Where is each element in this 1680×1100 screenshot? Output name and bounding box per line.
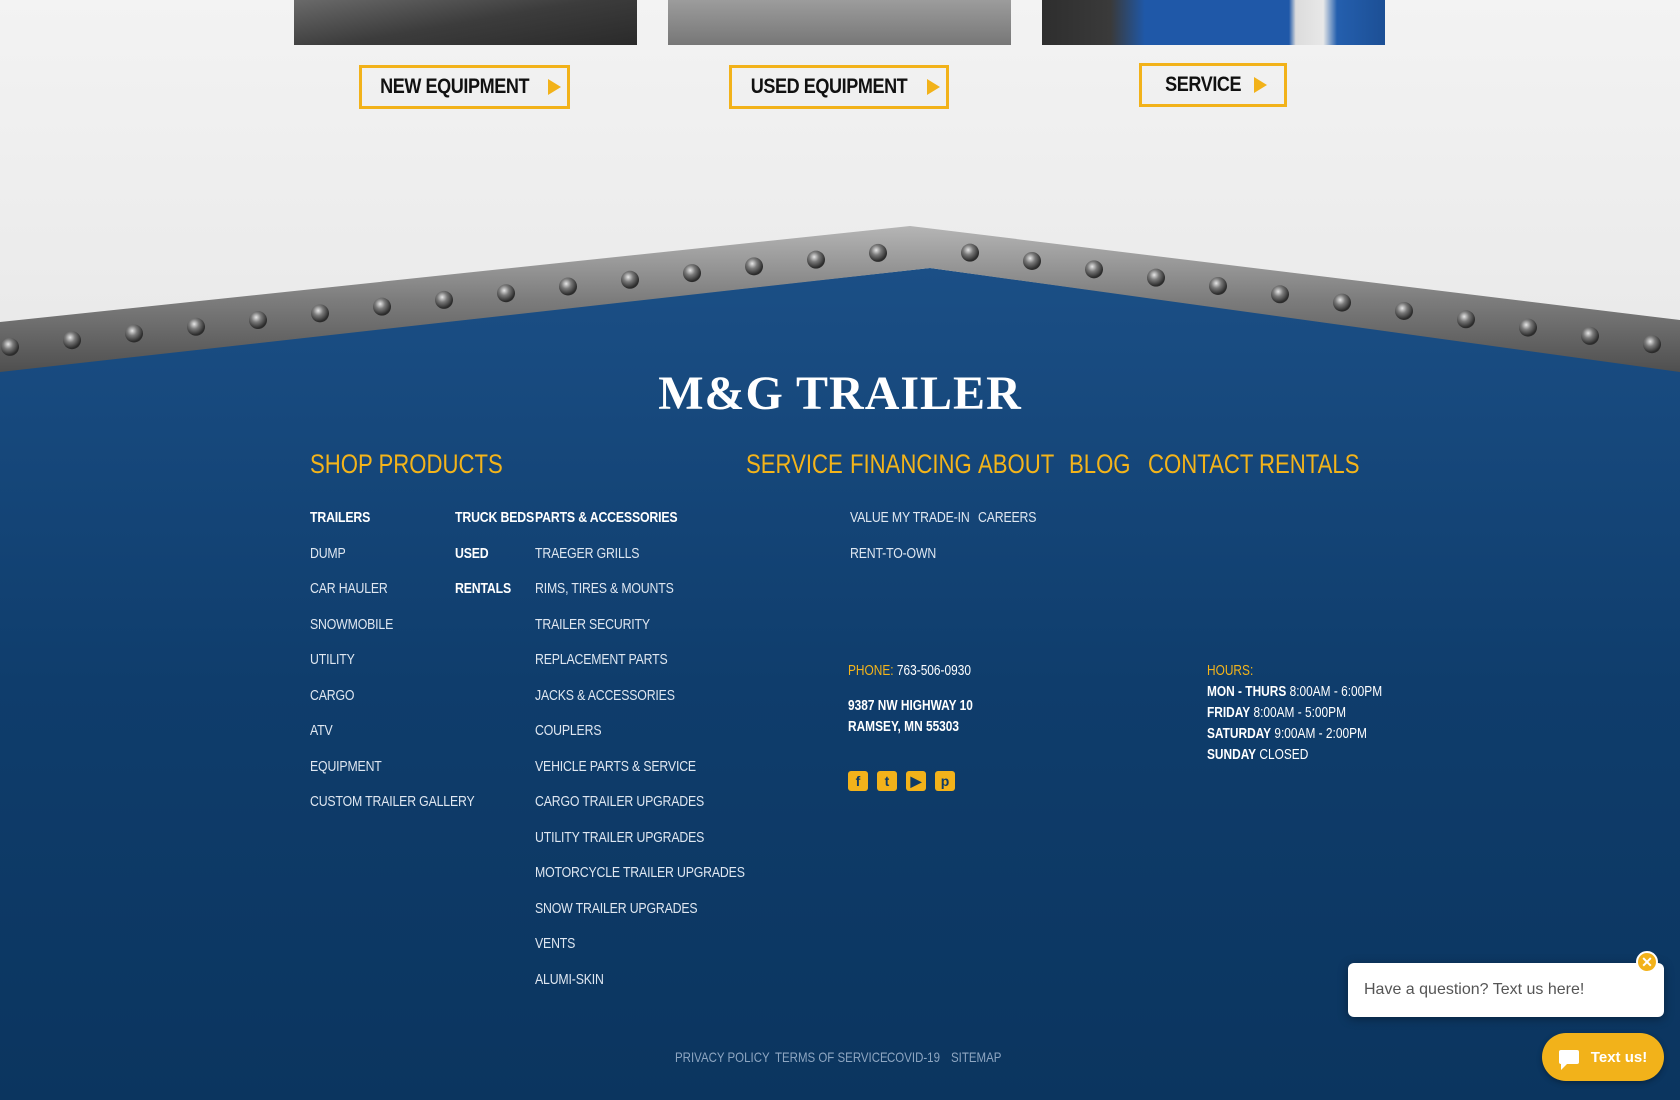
rivet [125,324,143,343]
trailer-link-car-hauler[interactable]: CAR HAULER [310,580,405,597]
rivet [1581,326,1599,345]
rivet [1085,260,1103,279]
rivet [1147,268,1165,287]
nav-service[interactable]: SERVICE [746,449,864,480]
hours-day: SUNDAY [1207,747,1257,763]
used-link[interactable]: USED [455,545,496,562]
parts-link-utility-upgrades[interactable]: UTILITY TRAILER UPGRADES [535,829,741,846]
covid-link[interactable]: COVID-19 [887,1049,952,1065]
text-us-label: Text us! [1590,1048,1648,1066]
parts-link-motorcycle-upgrades[interactable]: MOTORCYCLE TRAILER UPGRADES [535,864,791,881]
trailer-link-dump[interactable]: DUMP [310,545,353,562]
parts-accessories-link[interactable]: PARTS & ACCESSORIES [535,509,709,526]
hours-info: HOURS: MON - THURS 8:00AM - 6:00PM FRIDA… [1207,661,1421,766]
rivet [497,284,515,303]
parts-link-security[interactable]: TRAILER SECURITY [535,616,675,633]
footer-background [0,226,1680,1100]
rivet [1271,285,1289,304]
trailers-link[interactable]: TRAILERS [310,509,383,526]
brand-logo-text: M&G TRAILER [658,367,1022,420]
rivet [961,243,979,262]
rivet [1333,293,1351,312]
privacy-policy-link[interactable]: PRIVACY POLICY [675,1049,790,1065]
nav-financing[interactable]: FINANCING [850,449,999,480]
rivet [1643,335,1661,354]
hours-time: CLOSED [1259,747,1309,763]
phone-link[interactable]: 763-506-0930 [897,663,971,679]
trailer-link-atv[interactable]: ATV [310,722,337,739]
rivet [311,304,329,323]
text-us-button[interactable]: Text us! [1542,1033,1664,1081]
parts-link-replacement[interactable]: REPLACEMENT PARTS [535,651,697,668]
rivet [1209,276,1227,295]
hours-day: FRIDAY [1207,705,1251,721]
twitter-icon[interactable]: t [877,771,897,791]
nav-contact[interactable]: CONTACT [1148,449,1277,480]
parts-link-snow-upgrades[interactable]: SNOW TRAILER UPGRADES [535,900,733,917]
financing-link-rent-to-own[interactable]: RENT-TO-OWN [850,545,955,562]
parts-link-rims[interactable]: RIMS, TIRES & MOUNTS [535,580,704,597]
rivet [1457,310,1475,329]
parts-link-alumi-skin[interactable]: ALUMI-SKIN [535,971,619,988]
nav-about[interactable]: ABOUT [978,449,1071,480]
rivet [1023,251,1041,270]
chat-bubble-icon [1558,1050,1579,1070]
close-icon[interactable]: ✕ [1636,951,1658,973]
hours-day: SATURDAY [1207,726,1272,742]
hours-time: 8:00AM - 5:00PM [1253,705,1346,721]
nav-blog[interactable]: BLOG [1069,449,1144,480]
trailer-link-utility[interactable]: UTILITY [310,651,364,668]
nav-rentals[interactable]: RENTALS [1259,449,1382,480]
youtube-icon[interactable]: ▶ [906,771,926,791]
rivet [745,257,763,276]
brand-logo[interactable]: M&G TRAILER [0,366,1680,421]
trailer-link-custom-gallery[interactable]: CUSTOM TRAILER GALLERY [310,793,511,810]
trailer-link-snowmobile[interactable]: SNOWMOBILE [310,616,411,633]
pinterest-icon[interactable]: p [935,771,955,791]
rivet [559,277,577,296]
parts-link-couplers[interactable]: COUPLERS [535,722,616,739]
financing-link-trade-in[interactable]: VALUE MY TRADE-IN [850,509,996,526]
rivet [187,317,205,336]
hours-label: HOURS: [1207,663,1254,679]
rivet [249,311,267,330]
rentals-link[interactable]: RENTALS [455,580,523,597]
rivet [807,250,825,269]
social-links: f t ▶ p [848,771,955,791]
sitemap-link[interactable]: SITEMAP [951,1049,1012,1065]
rivet [373,297,391,316]
hours-time: 8:00AM - 6:00PM [1289,684,1383,700]
trailer-link-equipment[interactable]: EQUIPMENT [310,758,397,775]
parts-link-cargo-upgrades[interactable]: CARGO TRAILER UPGRADES [535,793,741,810]
rivet [621,270,639,289]
rivet [435,290,453,309]
rivet [683,264,701,283]
hours-time: 9:00AM - 2:00PM [1274,726,1367,742]
contact-info: PHONE: 763-506-0930 9387 NW HIGHWAY 10 R… [848,661,1000,738]
rivet [1519,318,1537,337]
about-link-careers[interactable]: CAREERS [978,509,1049,526]
parts-link-vents[interactable]: VENTS [535,935,584,952]
nav-shop-products[interactable]: SHOP PRODUCTS [310,449,545,480]
address-line-2: RAMSEY, MN 55303 [848,719,960,735]
phone-label: PHONE: [848,663,894,679]
parts-link-traeger[interactable]: TRAEGER GRILLS [535,545,662,562]
rivet [63,331,81,350]
chat-prompt-bubble[interactable]: Have a question? Text us here! [1348,963,1664,1017]
rivet [1,337,19,356]
parts-link-jacks[interactable]: JACKS & ACCESSORIES [535,687,705,704]
rivet [869,243,887,262]
parts-link-vehicle[interactable]: VEHICLE PARTS & SERVICE [535,758,731,775]
trailer-link-cargo[interactable]: CARGO [310,687,364,704]
rivet [1395,301,1413,320]
hours-day: MON - THURS [1207,684,1287,700]
address-line-1: 9387 NW HIGHWAY 10 [848,698,973,714]
chat-prompt-text: Have a question? Text us here! [1364,981,1585,998]
facebook-icon[interactable]: f [848,771,868,791]
